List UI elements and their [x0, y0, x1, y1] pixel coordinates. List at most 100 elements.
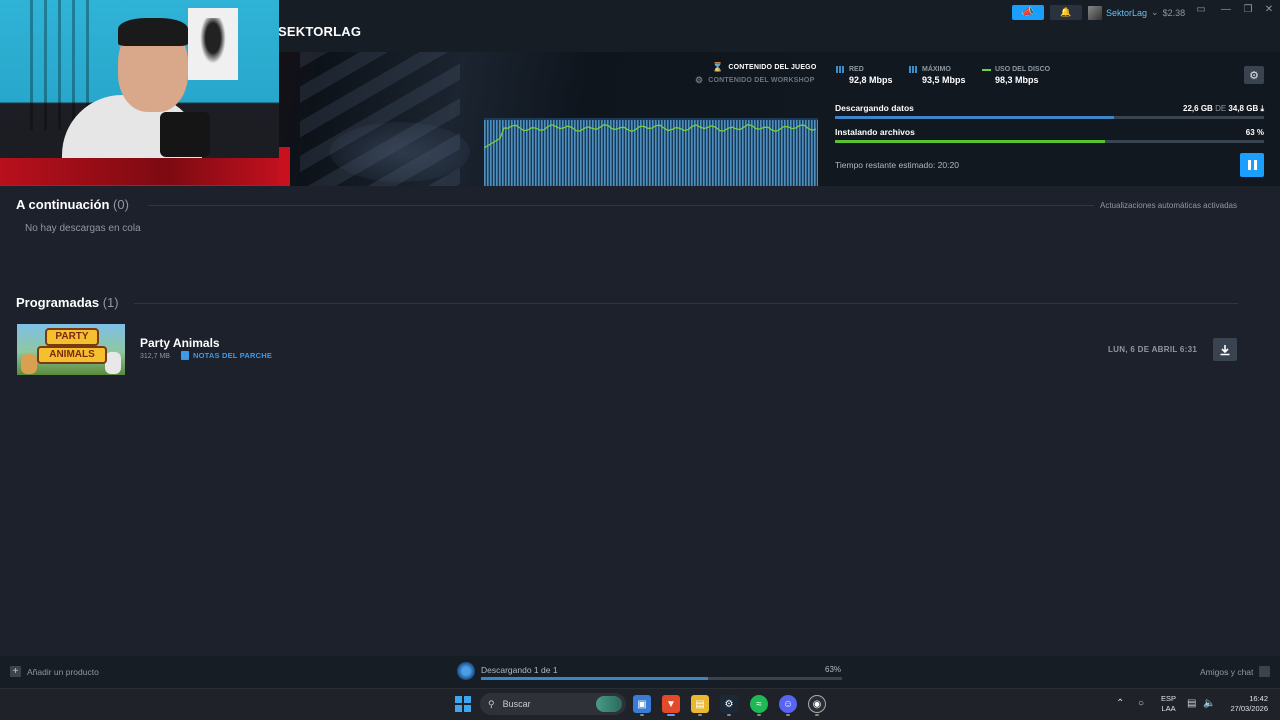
download-size: 22,6 GB DE 34,8 GB ⤓: [1100, 104, 1264, 114]
maximize-icon[interactable]: ❐: [1241, 4, 1255, 15]
brave-browser-icon[interactable]: ▼: [662, 695, 680, 713]
game-thumbnail[interactable]: PARTY ANIMALS: [17, 324, 125, 375]
game-update-size: 312,7 MB: [140, 353, 170, 360]
bottom-status-bar: [0, 656, 1280, 688]
size-separator: DE: [1215, 104, 1227, 113]
total-size: 34,8 GB: [1228, 104, 1259, 113]
announcements-button[interactable]: 📣: [1012, 5, 1044, 20]
queue-title: A continuación: [16, 197, 110, 212]
thumbnail-character: [105, 352, 121, 374]
gear-icon: ⚙: [1249, 69, 1259, 82]
notes-icon: [181, 351, 189, 360]
section-divider: [134, 303, 1238, 304]
download-status-percent: 63%: [825, 665, 842, 674]
content-game-indicator: ⌛ CONTENIDO DEL JUEGO: [712, 62, 816, 73]
pause-button[interactable]: [1240, 153, 1264, 177]
input-language[interactable]: ESP LAA: [1161, 694, 1176, 714]
download-icon: ⤓: [1260, 104, 1264, 113]
microphone-icon[interactable]: ○: [1138, 698, 1144, 709]
download-now-button[interactable]: [1213, 338, 1237, 361]
search-placeholder: Buscar: [502, 699, 531, 709]
spotify-icon[interactable]: ≈: [750, 695, 768, 713]
install-progress-fill: [835, 140, 1106, 143]
clock[interactable]: 16:42 27/03/2026: [1226, 694, 1268, 714]
loading-spinner-icon: ⌛: [712, 62, 724, 72]
stat-value: 98,3 Mbps: [995, 75, 1039, 85]
webcam-overlay: [0, 0, 279, 185]
scheduled-count: (1): [102, 295, 119, 310]
installing-label: Instalando archivos: [835, 127, 915, 137]
stat-label: MÁXIMO: [922, 66, 951, 73]
network-icon[interactable]: ▤: [1187, 698, 1196, 709]
obs-icon[interactable]: ◉: [808, 695, 826, 713]
download-progress-fill: [835, 116, 1114, 119]
webcam-bottom-strip: [0, 158, 279, 185]
chevron-up-icon[interactable]: ⌃: [1116, 698, 1124, 709]
running-indicator: [727, 714, 731, 716]
game-title[interactable]: Party Animals: [140, 336, 220, 350]
stat-value: 92,8 Mbps: [849, 75, 893, 85]
friends-label: Amigos y chat: [1200, 666, 1254, 677]
gear-icon: ⚙: [695, 75, 704, 85]
stat-disk: USO DEL DISCO 98,3 Mbps: [982, 66, 1050, 85]
thumbnail-character: [21, 354, 37, 374]
section-divider: [148, 205, 1238, 206]
notifications-button[interactable]: 🔔: [1050, 5, 1082, 20]
language-code: ESP: [1161, 694, 1177, 703]
avatar: [1088, 5, 1102, 20]
webcam-poster-art: [198, 18, 228, 68]
discord-icon[interactable]: ☺: [779, 695, 797, 713]
stat-network: RED 92,8 Mbps: [836, 66, 893, 85]
install-percent: 63 %: [1245, 128, 1264, 137]
close-icon[interactable]: ✕: [1262, 4, 1276, 15]
download-settings-button[interactable]: ⚙: [1244, 66, 1264, 84]
nav-title[interactable]: SEKTORLAG: [278, 24, 361, 39]
taskbar-search[interactable]: ⚲ Buscar: [480, 693, 626, 715]
stat-peak: MÁXIMO 93,5 Mbps: [909, 66, 966, 85]
download-status-progress: [481, 677, 842, 680]
add-product-button[interactable]: + Añadir un producto: [10, 666, 99, 677]
download-status-fill: [481, 677, 709, 680]
auto-updates-status[interactable]: Actualizaciones automáticas activadas: [1094, 201, 1237, 210]
windows-start-icon[interactable]: [455, 696, 471, 712]
photos-app-icon[interactable]: ▣: [633, 695, 651, 713]
running-indicator: [786, 714, 790, 716]
big-picture-icon[interactable]: ▭: [1194, 4, 1208, 15]
stat-value: 93,5 Mbps: [922, 75, 966, 85]
steam-downloads-window: SEKTORLAG 📣 🔔 SektorLag ⌄ $2.38 ▭ — ❐ ✕ …: [0, 0, 1280, 720]
wallet-balance: $2.38: [1162, 7, 1186, 18]
patch-notes-label: NOTAS DEL PARCHE: [193, 351, 273, 360]
thumbnail-logo-line2: ANIMALS: [37, 346, 107, 364]
clock-date: 27/03/2026: [1230, 704, 1268, 713]
bell-icon: 🔔: [1060, 7, 1072, 17]
download-icon: [1220, 344, 1230, 355]
megaphone-icon: 📣: [1021, 7, 1035, 18]
stat-label: USO DEL DISCO: [995, 66, 1051, 73]
download-status-text[interactable]: Descargando 1 de 1: [481, 665, 558, 675]
minimize-icon[interactable]: —: [1219, 4, 1233, 15]
volume-icon[interactable]: 🔈: [1203, 698, 1215, 709]
install-progress-bar: [835, 140, 1264, 143]
webcam-person-hair: [118, 18, 188, 46]
chat-icon: [1259, 666, 1271, 677]
downloading-label: Descargando datos: [835, 103, 914, 113]
plus-icon: +: [10, 666, 21, 677]
steam-icon[interactable]: ⚙: [720, 695, 738, 713]
friends-chat-button[interactable]: Amigos y chat: [1200, 666, 1271, 677]
banner-artwork-glow: [330, 122, 470, 182]
thumbnail-logo-line1: PARTY: [45, 328, 99, 346]
file-explorer-icon[interactable]: ▤: [691, 695, 709, 713]
downloaded-size: 22,6 GB: [1183, 104, 1213, 113]
patch-notes-link[interactable]: NOTAS DEL PARCHE: [181, 351, 272, 360]
running-indicator: [757, 714, 761, 716]
content-workshop-indicator: ⚙ CONTENIDO DEL WORKSHOP: [695, 75, 814, 86]
account-menu[interactable]: SektorLag ⌄ $2.38: [1088, 5, 1185, 20]
queue-section-title: A continuación (0): [16, 197, 129, 212]
running-indicator: [640, 714, 644, 716]
running-indicator: [815, 714, 819, 716]
bar-chart-icon: [909, 66, 918, 73]
running-indicator: [698, 714, 702, 716]
keyboard-layout: LAA: [1161, 704, 1176, 713]
queue-count: (0): [113, 197, 129, 212]
game-icon: [457, 662, 475, 680]
